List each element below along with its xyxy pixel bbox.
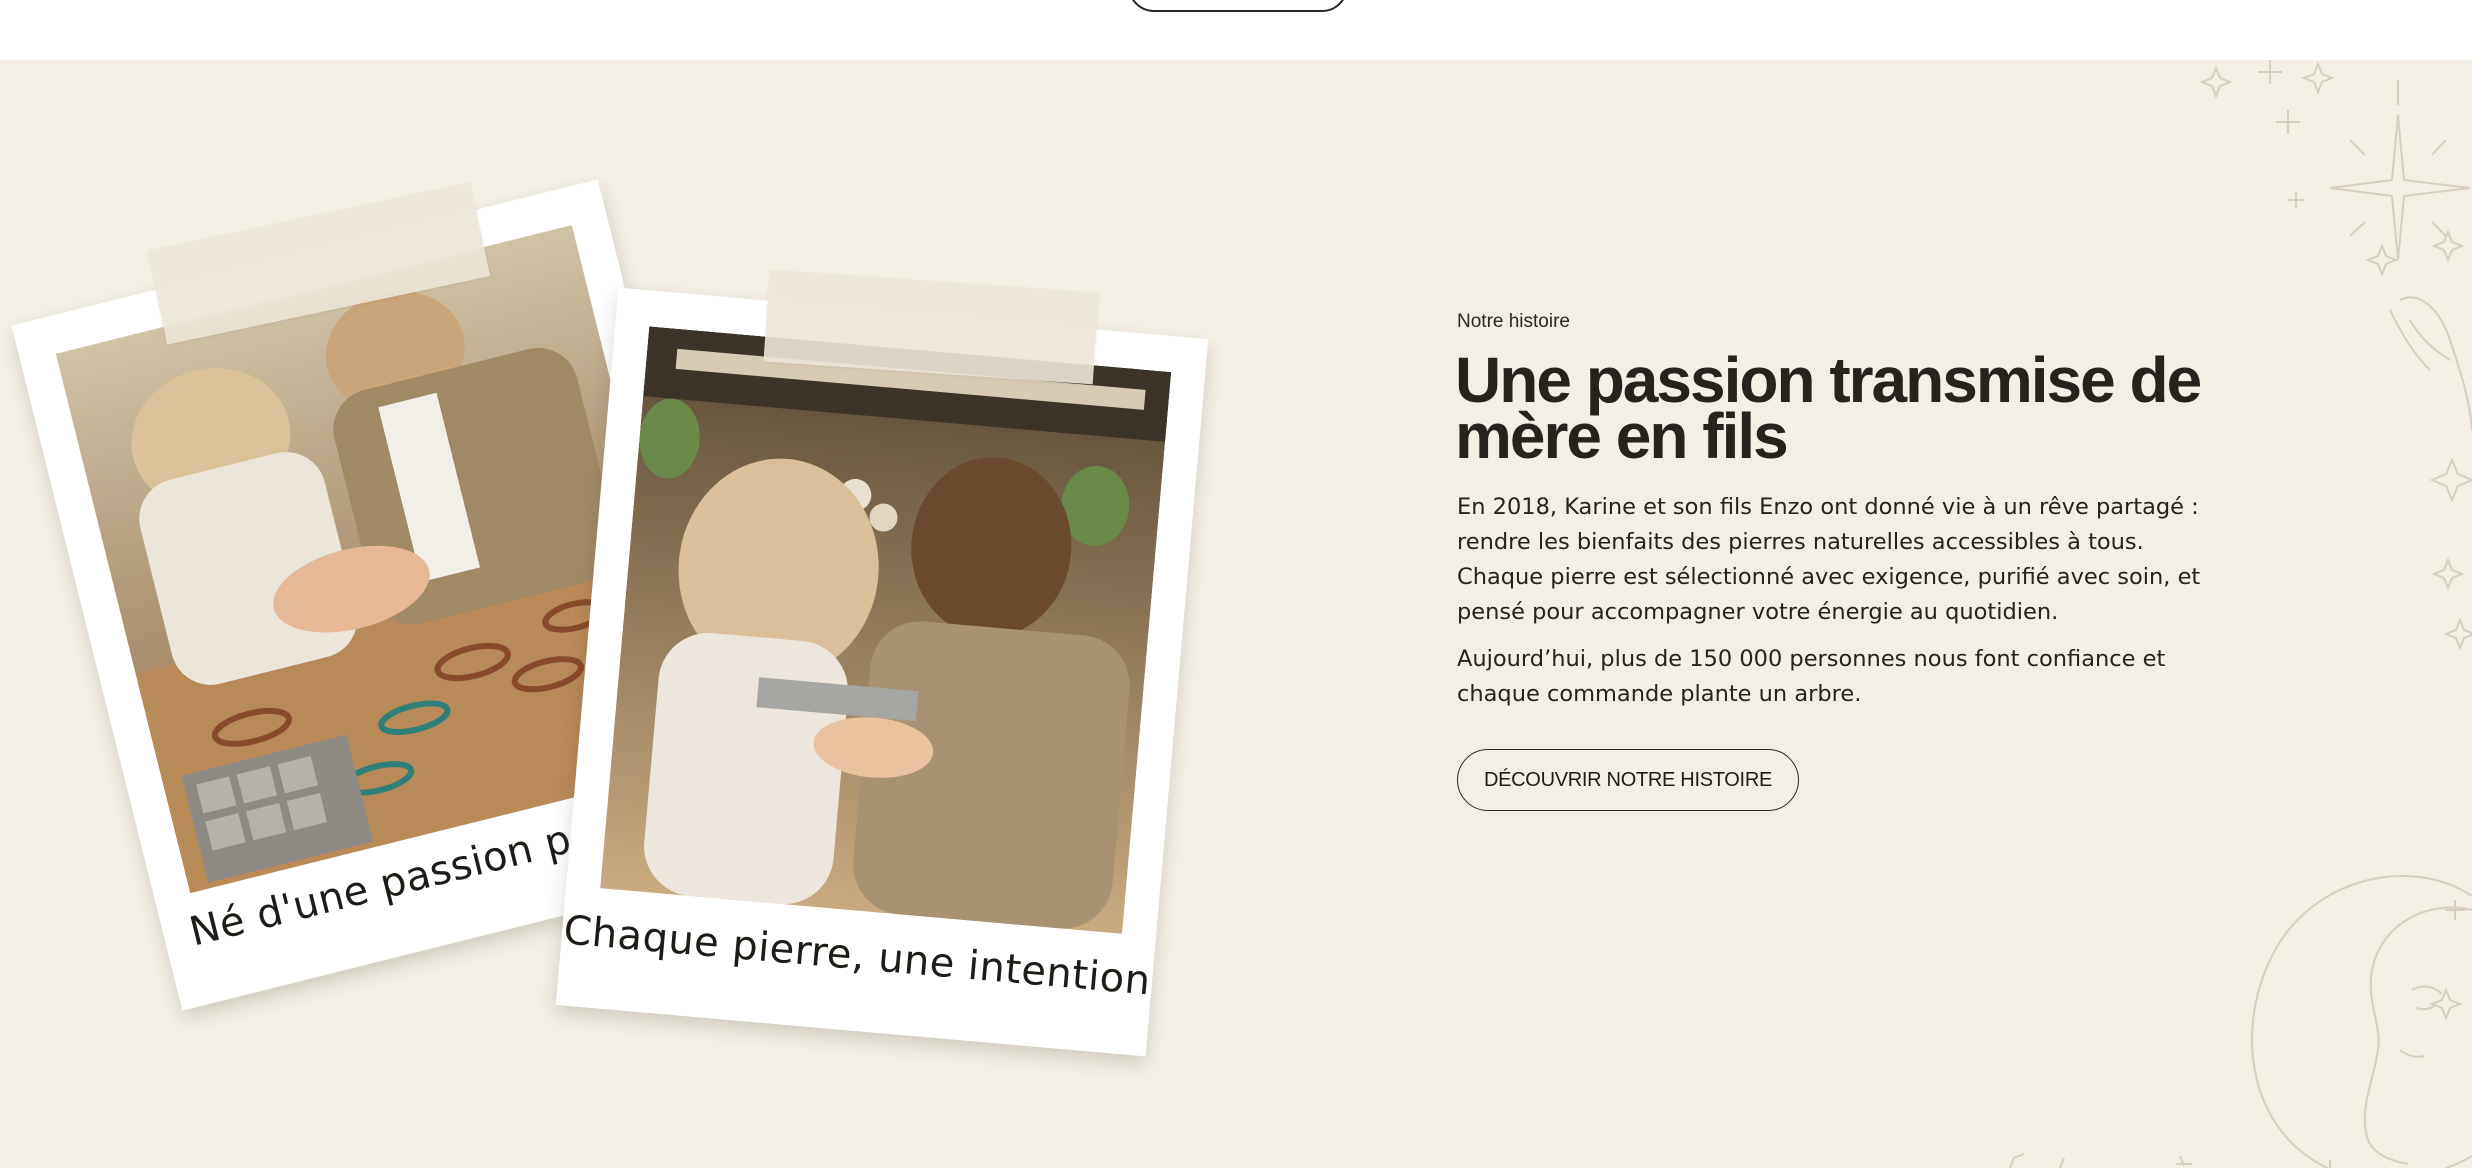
discover-story-button[interactable]: DÉCOUVRIR NOTRE HISTOIRE [1457,749,1799,811]
story-paragraph-2: Aujourd’hui, plus de 150 000 personnes n… [1457,646,2166,707]
story-paragraph-1: En 2018, Karine et son fils Enzo ont don… [1457,494,2201,625]
workshop-photo [600,326,1172,934]
section-title: Une passion transmise de mère en fils [1455,344,2202,472]
section-eyebrow: Notre histoire [1457,311,1570,332]
polaroid-card-2: Chaque pierre, une intention [555,269,1209,1057]
top-bar [0,0,2472,60]
top-button-edge[interactable] [1128,0,1348,12]
